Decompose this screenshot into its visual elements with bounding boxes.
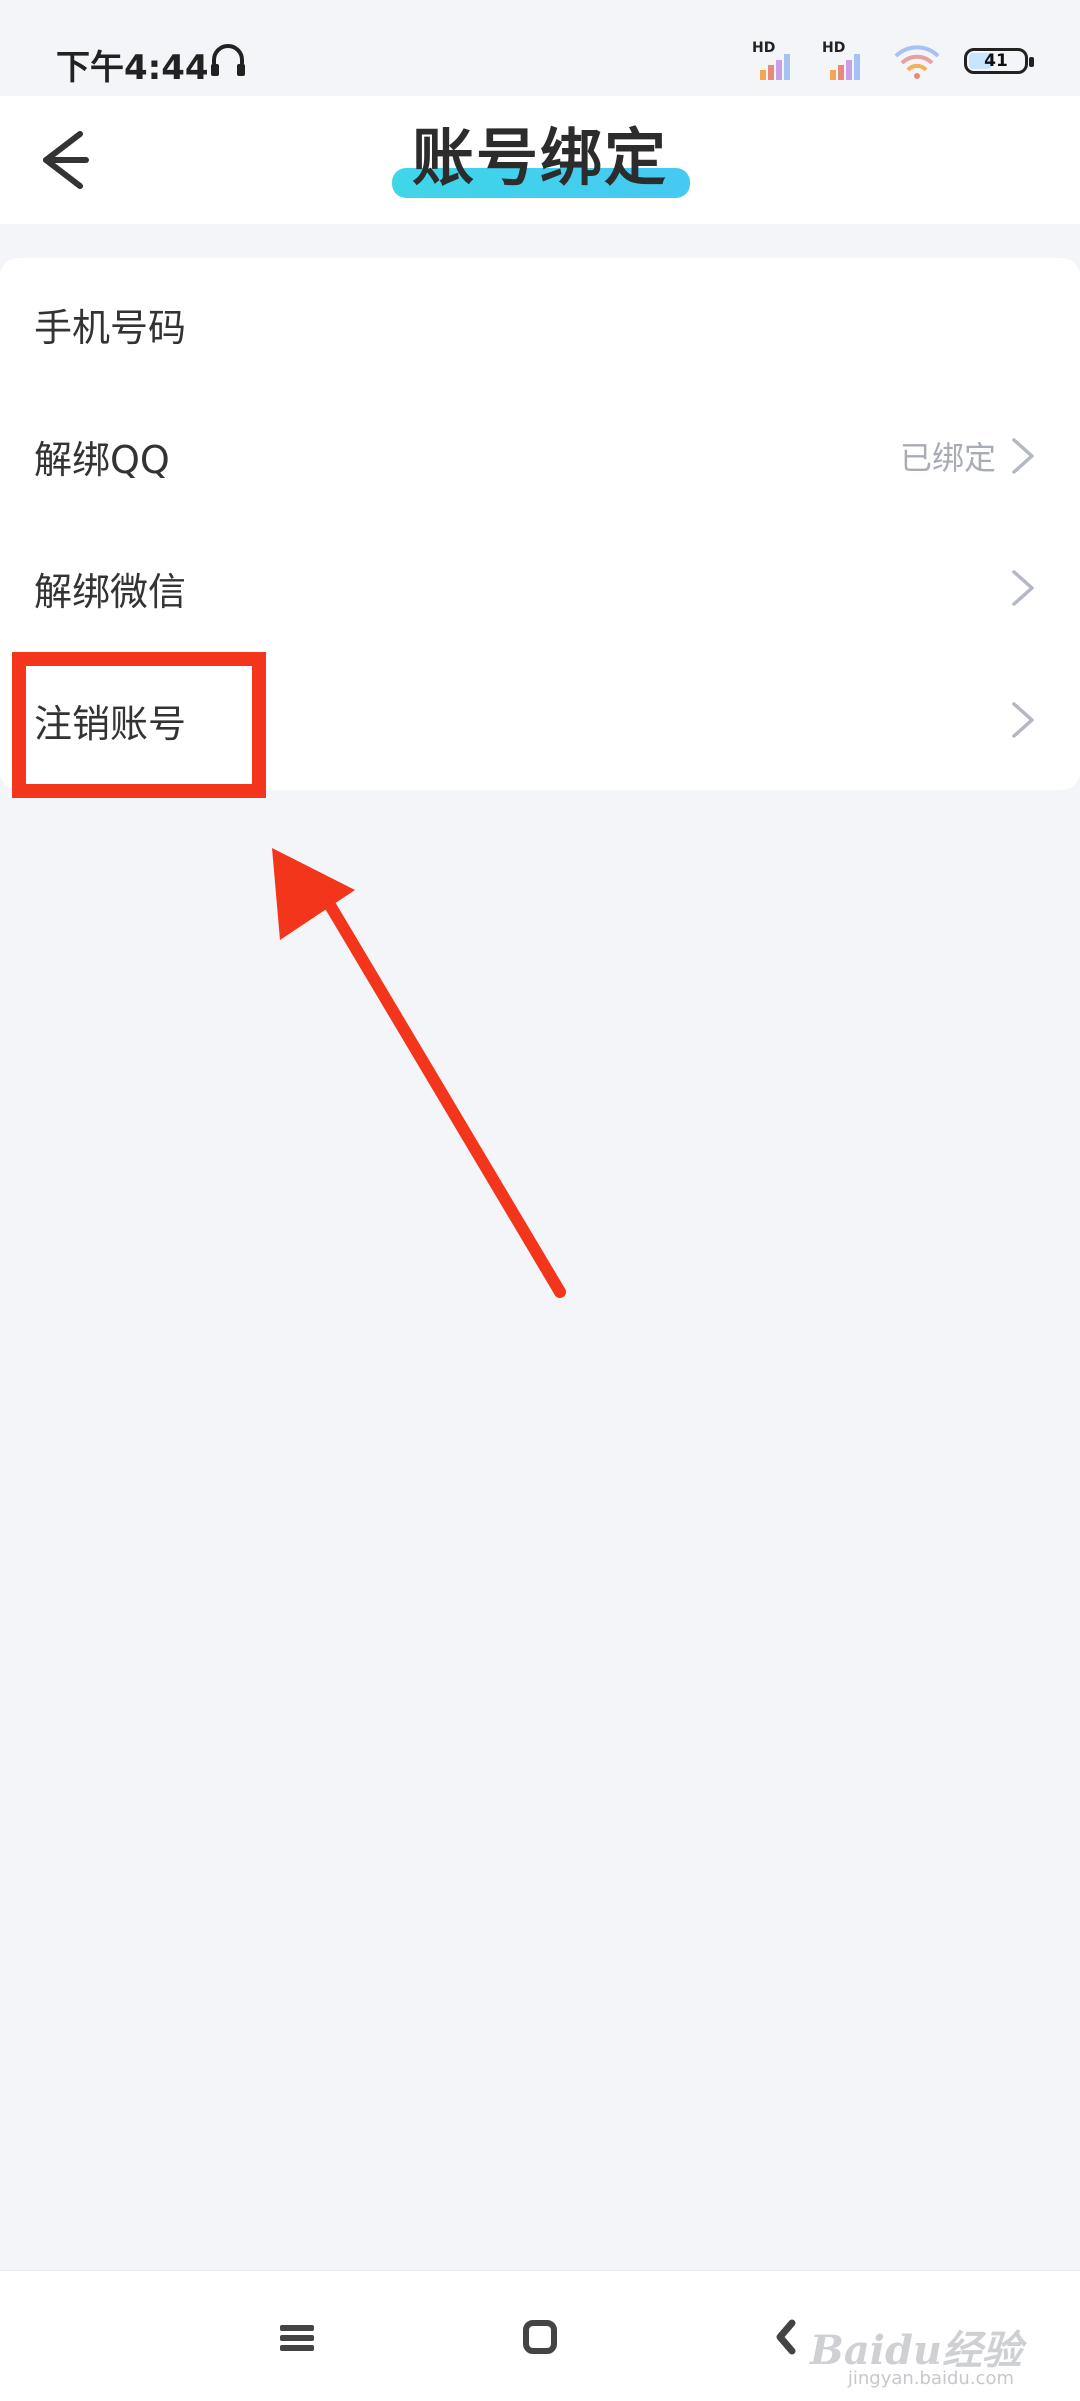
- signal-icon: HD: [752, 40, 800, 80]
- chevron-right-icon: [1012, 570, 1034, 606]
- list-item-unbind-qq[interactable]: 解绑QQ 已绑定: [0, 390, 1080, 522]
- list-item-label: 解绑微信: [34, 569, 187, 614]
- list-item-unbind-wechat[interactable]: 解绑微信: [0, 522, 1080, 654]
- chevron-right-icon: [1012, 438, 1034, 474]
- status-icons: HD HD 41: [752, 40, 1034, 80]
- back-chevron-icon[interactable]: [758, 2309, 818, 2365]
- chevron-right-icon: [1012, 702, 1034, 738]
- list-item-label: 解绑QQ: [34, 437, 170, 482]
- headset-icon: [211, 44, 245, 76]
- battery-icon: 41: [964, 48, 1034, 74]
- battery-level: 41: [984, 51, 1008, 71]
- page-title: 账号绑定: [411, 121, 668, 194]
- status-bar: 下午4:44 HD HD 41: [0, 0, 1080, 96]
- list-item-phone[interactable]: 手机号码: [0, 258, 1080, 390]
- annotation-highlight-box: [12, 652, 266, 798]
- menu-icon[interactable]: [268, 2309, 328, 2365]
- home-square-icon[interactable]: [510, 2309, 570, 2365]
- list-item-label: 手机号码: [34, 305, 187, 350]
- watermark-url: jingyan.baidu.com: [847, 2368, 1014, 2389]
- wifi-icon: [894, 45, 940, 79]
- signal-icon: HD: [822, 40, 870, 80]
- status-badge: 已绑定: [899, 439, 996, 477]
- page-header: 账号绑定: [0, 96, 1080, 224]
- status-time: 下午4:44: [56, 48, 209, 88]
